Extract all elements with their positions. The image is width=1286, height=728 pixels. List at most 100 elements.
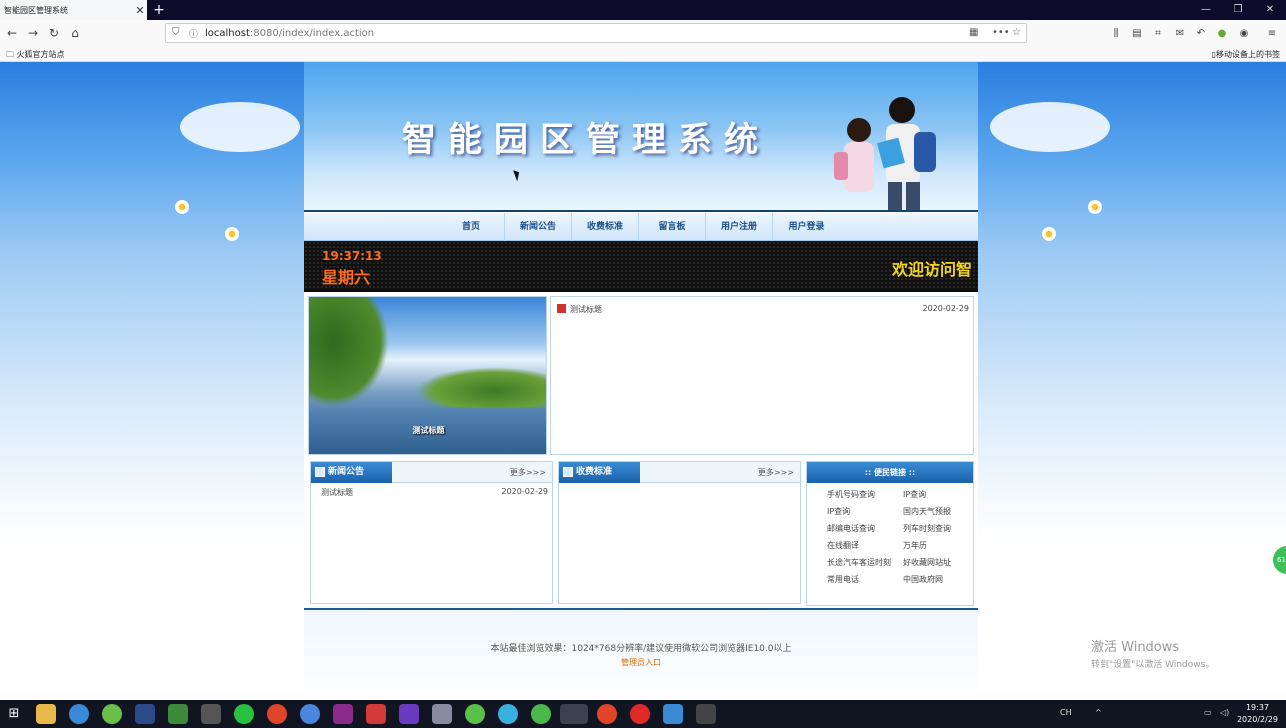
app-icon[interactable] (366, 704, 386, 724)
visual-studio-icon[interactable] (399, 704, 419, 724)
link-item[interactable]: 邮编电话查询 (827, 523, 903, 534)
menu-icon[interactable]: ≡ (1265, 27, 1279, 41)
list-item[interactable]: 测试标题 2020-02-29 (321, 487, 548, 498)
tray-expand-icon[interactable]: ^ (1095, 708, 1102, 717)
wechat-icon[interactable] (234, 704, 254, 724)
link-item[interactable]: 中国政府网 (903, 574, 967, 585)
app-icon[interactable] (168, 704, 188, 724)
list-item[interactable]: 测试标题 2020-02-29 (557, 304, 969, 315)
link-item[interactable]: 好收藏网站址 (903, 557, 967, 568)
app-icon[interactable] (498, 704, 518, 724)
bookmarks-bar: 🗀 火狐官方站点 ▯移动设备上的书签 (0, 46, 1286, 62)
bookmark-mobile[interactable]: ▯移动设备上的书签 (1212, 49, 1280, 60)
app-icon[interactable] (432, 704, 452, 724)
info-icon[interactable]: ⓘ (189, 27, 198, 40)
tab-title: 智能园区管理系统 (4, 5, 68, 15)
shield-icon[interactable]: ⛉ (172, 27, 180, 38)
firefox-icon[interactable] (560, 704, 588, 724)
app-icon[interactable] (663, 704, 683, 724)
link-item[interactable]: 国内天气预报 (903, 506, 967, 517)
photo-trees (309, 297, 389, 407)
floating-side-widget[interactable]: 61 (1273, 546, 1286, 574)
bookmark-left-label: 火狐官方站点 (16, 50, 65, 59)
link-item[interactable]: IP查询 (903, 489, 967, 500)
url-text[interactable]: localhost:8080/index/index.action (205, 28, 374, 39)
link-item[interactable]: 列车时刻查询 (903, 523, 967, 534)
link-item[interactable]: 手机号码查询 (827, 489, 903, 500)
opera-icon[interactable] (630, 704, 650, 724)
links-title: :: 便民链接 :: (807, 462, 973, 483)
folder-icon: 🗀 (6, 50, 17, 59)
fees-more-link[interactable]: 更多>>> (758, 467, 794, 478)
volume-icon[interactable]: ◁) (1220, 708, 1229, 717)
app-icon[interactable] (531, 704, 551, 724)
tools-icon[interactable] (201, 704, 221, 724)
forward-icon[interactable]: → (24, 25, 42, 41)
featured-photo[interactable]: 测试标题 (308, 296, 547, 455)
ide-icon[interactable] (333, 704, 353, 724)
link-item[interactable]: 长途汽车客运时刻 (827, 557, 903, 568)
menu-items: 首页 新闻公告 收费标准 留言板 用户注册 用户登录 (438, 213, 840, 241)
new-tab-button[interactable]: + (151, 1, 167, 19)
link-item[interactable]: 常用电话 (827, 574, 903, 585)
app-icon[interactable] (300, 704, 320, 724)
admin-entry-link[interactable]: 管理员入口 (304, 657, 978, 668)
clock-date: 2020/2/29 (1236, 715, 1278, 724)
restore-icon[interactable]: ❐ (1222, 0, 1254, 20)
chrome-icon[interactable] (267, 704, 287, 724)
minimize-icon[interactable]: — (1190, 0, 1222, 20)
qr-code-icon[interactable]: ▦ (969, 27, 978, 38)
file-explorer-icon[interactable] (36, 704, 56, 724)
browser-app-icon[interactable] (69, 704, 89, 724)
bookmark-firefox-site[interactable]: 🗀 火狐官方站点 (6, 49, 65, 63)
reload-icon[interactable]: ↻ (45, 25, 63, 41)
background-cloud (180, 102, 300, 152)
led-welcome-text: 欢迎访问智 (891, 260, 972, 279)
news-item-title: 测试标题 (321, 488, 353, 497)
chat-icon[interactable]: ✉ (1173, 27, 1187, 41)
link-item[interactable]: IP查询 (827, 506, 903, 517)
menu-news[interactable]: 新闻公告 (505, 213, 572, 241)
editor-icon[interactable] (696, 704, 716, 724)
tab-close-icon[interactable]: ✕ (133, 4, 147, 17)
input-method-icon[interactable]: CH (1060, 708, 1072, 717)
library-icon[interactable]: ⫼ (1109, 27, 1123, 41)
home-icon[interactable]: ⌂ (66, 25, 84, 41)
windows-activation-watermark: 激活 Windows 转到"设置"以激活 Windows。 (1091, 636, 1214, 670)
app-icon[interactable] (102, 704, 122, 724)
browser-tab[interactable]: 智能园区管理系统 ✕ (0, 0, 147, 20)
students-illustration (834, 97, 936, 211)
menu-guestbook[interactable]: 留言板 (639, 213, 706, 241)
menu-home[interactable]: 首页 (438, 213, 505, 241)
back-icon[interactable]: ← (3, 25, 21, 41)
more-actions-icon[interactable]: ••• (992, 27, 1010, 38)
menu-login[interactable]: 用户登录 (773, 213, 840, 241)
bookmark-star-icon[interactable]: ☆ (1012, 27, 1021, 38)
activate-subtitle: 转到"设置"以激活 Windows。 (1091, 660, 1215, 670)
news-bullet-icon (557, 304, 566, 313)
menu-fees[interactable]: 收费标准 (572, 213, 639, 241)
chrome-icon[interactable] (597, 704, 617, 724)
address-bar[interactable]: ⛉ ⓘ localhost:8080/index/index.action ▦ … (165, 23, 1027, 43)
app-icon[interactable] (465, 704, 485, 724)
account-icon[interactable]: ◉ (1237, 27, 1251, 41)
window-close-icon[interactable]: ✕ (1254, 0, 1286, 20)
browser-tab-bar: 智能园区管理系统 ✕ + — ❐ ✕ (0, 0, 1286, 20)
link-item[interactable]: 万年历 (903, 540, 967, 551)
screenshot-icon[interactable]: ⌗ (1151, 27, 1165, 41)
site-footer: 本站最佳浏览效果：1024*768分辨率/建议使用微软公司浏览器IE10.0以上… (304, 608, 978, 700)
main-menu: 首页 新闻公告 收费标准 留言板 用户注册 用户登录 (304, 213, 978, 241)
link-item[interactable]: 在线翻译 (827, 540, 903, 551)
app-icon[interactable] (135, 704, 155, 724)
undo-icon[interactable]: ↶ (1194, 27, 1208, 41)
url-host: localhost (205, 28, 250, 39)
browser-toolbar: ← → ↻ ⌂ ⛉ ⓘ localhost:8080/index/index.a… (0, 20, 1286, 46)
mouse-cursor (513, 168, 522, 182)
sidebar-icon[interactable]: ▤ (1130, 27, 1144, 41)
menu-register[interactable]: 用户注册 (706, 213, 773, 241)
network-icon[interactable]: ▭ (1204, 708, 1212, 717)
start-windows-icon[interactable]: ⊞ (4, 704, 24, 724)
taskbar-clock[interactable]: 19:37 2020/2/29 (1237, 702, 1278, 726)
extension-icon[interactable]: ● (1215, 27, 1229, 41)
news-more-link[interactable]: 更多>>> (510, 467, 546, 478)
